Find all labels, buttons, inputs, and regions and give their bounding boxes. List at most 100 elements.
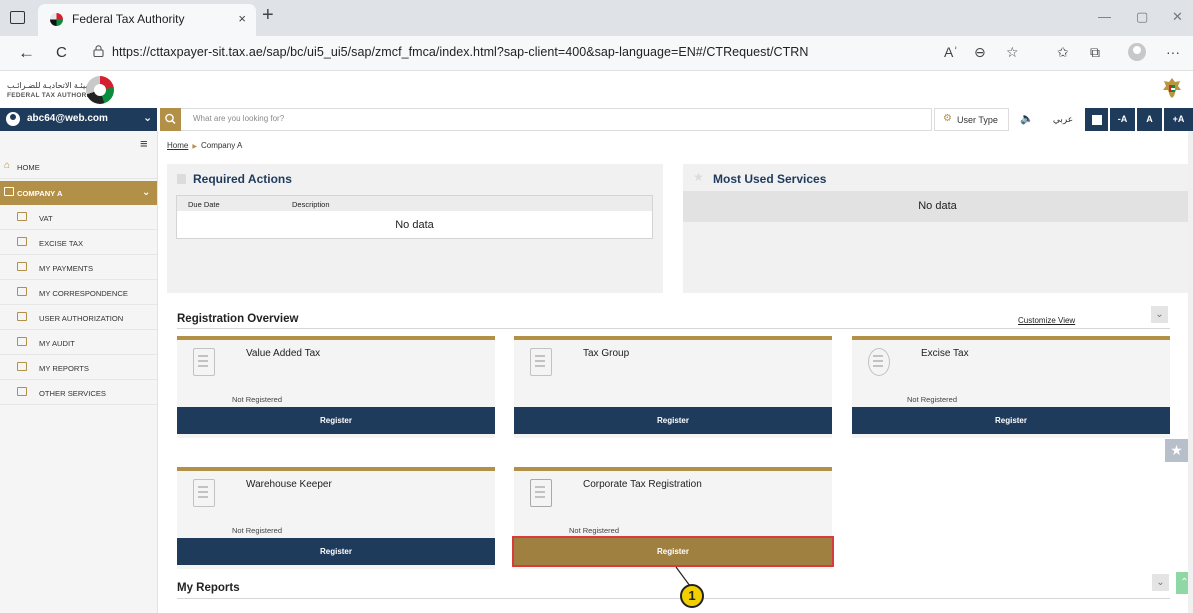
most-used-services-title: Most Used Services [713, 172, 827, 186]
fta-emblem-icon [86, 76, 114, 104]
breadcrumb-separator-icon: ▶ [192, 144, 197, 150]
contrast-icon [1091, 115, 1102, 125]
tax-group-card: Tax Group Register [514, 336, 832, 438]
excise-tax-card: Excise Tax Not Registered Register [852, 336, 1170, 438]
window-close-icon[interactable]: ✕ [1172, 9, 1183, 25]
app-header: الهيئـة الاتحاديـة للضـرائـب FEDERAL TAX… [0, 71, 1193, 106]
sidebar-item-label: MY AUDIT [39, 339, 75, 348]
sidebar-item-label: USER AUTHORIZATION [39, 314, 124, 323]
lock-icon [93, 45, 104, 57]
tab-close-icon[interactable]: × [238, 4, 246, 34]
new-tab-icon[interactable]: + [262, 4, 274, 27]
register-button[interactable]: Register [852, 407, 1170, 434]
search-input[interactable]: What are you looking for? [181, 108, 932, 131]
profile-avatar[interactable] [1128, 43, 1146, 61]
url-field[interactable]: https://cttaxpayer-sit.tax.ae/sap/bc/ui5… [112, 45, 808, 59]
grid-icon [4, 187, 14, 196]
sidebar: ≡ ⌂ HOME COMPANY A ⌄ VAT EXCISE TAX MY P… [0, 131, 158, 613]
required-actions-table: Due Date Description No data [176, 195, 653, 239]
sidebar-item-label: COMPANY A [17, 189, 63, 198]
font-normal-button[interactable]: A [1137, 108, 1162, 131]
empty-message: No data [395, 219, 434, 231]
browser-tab-bar: Federal Tax Authority × + — ▢ ✕ [0, 0, 1193, 36]
other-services-icon [17, 387, 27, 396]
excise-tax-icon [17, 237, 27, 246]
table-header: Due Date Description [177, 196, 652, 211]
add-favorite-icon[interactable]: ☆ [1006, 44, 1019, 61]
back-icon[interactable]: ← [18, 43, 35, 63]
arabic-language-button[interactable]: عربي [1045, 108, 1081, 131]
card-status: Not Registered [906, 395, 958, 404]
collections-icon[interactable]: ⧉ [1090, 44, 1100, 61]
excise-icon [868, 348, 890, 376]
user-type-button[interactable]: ⚙ User Type [934, 108, 1009, 131]
sidebar-item-vat[interactable]: VAT [0, 206, 157, 230]
column-description: Description [292, 200, 330, 209]
collapse-button[interactable]: ⌄ [1151, 306, 1168, 323]
zoom-icon[interactable]: ⊖ [974, 44, 986, 61]
sidebar-item-excise-tax[interactable]: EXCISE TAX [0, 231, 157, 255]
breadcrumb-home-link[interactable]: Home [167, 141, 188, 150]
most-used-services-panel: ★ Most Used Services [683, 164, 1192, 293]
card-status: Not Registered [568, 526, 620, 535]
scrollbar[interactable] [1188, 131, 1193, 613]
column-due-date: Due Date [188, 200, 220, 209]
empty-message: No data [683, 191, 1192, 222]
favorite-star-button[interactable]: ★ [1165, 439, 1188, 462]
more-icon[interactable]: ··· [1166, 44, 1180, 60]
sidebar-item-label: MY CORRESPONDENCE [39, 289, 128, 298]
read-aloud-icon[interactable]: Aʾ [944, 44, 958, 60]
tab-actions-icon[interactable] [10, 11, 25, 24]
favorites-icon[interactable]: ✩ [1057, 44, 1069, 61]
customize-view-link[interactable]: Customize View [1018, 316, 1075, 325]
vat-icon [17, 212, 27, 221]
sidebar-item-my-correspondence[interactable]: MY CORRESPONDENCE [0, 281, 157, 305]
font-decrease-button[interactable]: -A [1110, 108, 1135, 131]
fta-logo[interactable]: الهيئـة الاتحاديـة للضـرائـب FEDERAL TAX… [4, 76, 144, 104]
sidebar-item-company[interactable]: COMPANY A ⌄ [0, 181, 157, 205]
sidebar-item-label: EXCISE TAX [39, 239, 84, 248]
corporate-tax-register-button[interactable]: Register [512, 536, 834, 567]
sidebar-item-my-audit[interactable]: MY AUDIT [0, 331, 157, 355]
restore-icon[interactable]: ▢ [1136, 9, 1148, 25]
star-icon: ★ [693, 170, 704, 184]
document-icon [530, 348, 552, 376]
search-button[interactable] [160, 108, 181, 131]
search-placeholder: What are you looking for? [193, 114, 285, 123]
card-status: Not Registered [231, 395, 283, 404]
tab-title: Federal Tax Authority [72, 12, 185, 26]
audio-button[interactable]: 🔈 [1012, 108, 1042, 131]
collapse-button[interactable]: ⌄ [1152, 574, 1169, 591]
register-button[interactable]: Register [514, 407, 832, 434]
menu-icon[interactable]: ≡ [140, 136, 148, 151]
font-increase-button[interactable]: +A [1164, 108, 1193, 131]
register-button[interactable]: Register [177, 538, 495, 565]
corporate-tax-registration-card: Corporate Tax Registration Not Registere… [512, 467, 834, 569]
sidebar-item-home[interactable]: ⌂ HOME [0, 155, 157, 179]
contrast-button[interactable] [1085, 108, 1108, 131]
registration-overview-title: Registration Overview [177, 313, 299, 325]
user-menu[interactable]: abc64@web.com ⌄ [0, 108, 157, 131]
card-title: Warehouse Keeper [246, 479, 332, 490]
minimize-icon[interactable]: — [1098, 9, 1111, 24]
browser-tab[interactable]: Federal Tax Authority × [38, 4, 256, 36]
required-actions-title: Required Actions [193, 172, 292, 186]
sidebar-item-user-authorization[interactable]: USER AUTHORIZATION [0, 306, 157, 330]
chevron-down-icon: ⌄ [142, 187, 151, 198]
sidebar-item-label: HOME [17, 163, 40, 172]
card-status: Not Registered [231, 526, 283, 535]
home-icon: ⌂ [4, 160, 11, 171]
sidebar-item-my-reports[interactable]: MY REPORTS [0, 356, 157, 380]
sidebar-item-my-payments[interactable]: MY PAYMENTS [0, 256, 157, 280]
search-icon [165, 113, 176, 125]
register-button[interactable]: Register [177, 407, 495, 434]
sidebar-item-other-services[interactable]: OTHER SERVICES [0, 381, 157, 405]
logo-arabic-text: الهيئـة الاتحاديـة للضـرائـب [7, 81, 94, 90]
sidebar-item-label: MY PAYMENTS [39, 264, 94, 273]
reload-icon[interactable]: C [56, 44, 67, 61]
user-authorization-icon [17, 312, 27, 321]
fta-favicon-icon [50, 13, 63, 26]
reports-icon [17, 362, 27, 371]
user-icon [6, 112, 20, 126]
gear-icon: ⚙ [943, 113, 952, 124]
